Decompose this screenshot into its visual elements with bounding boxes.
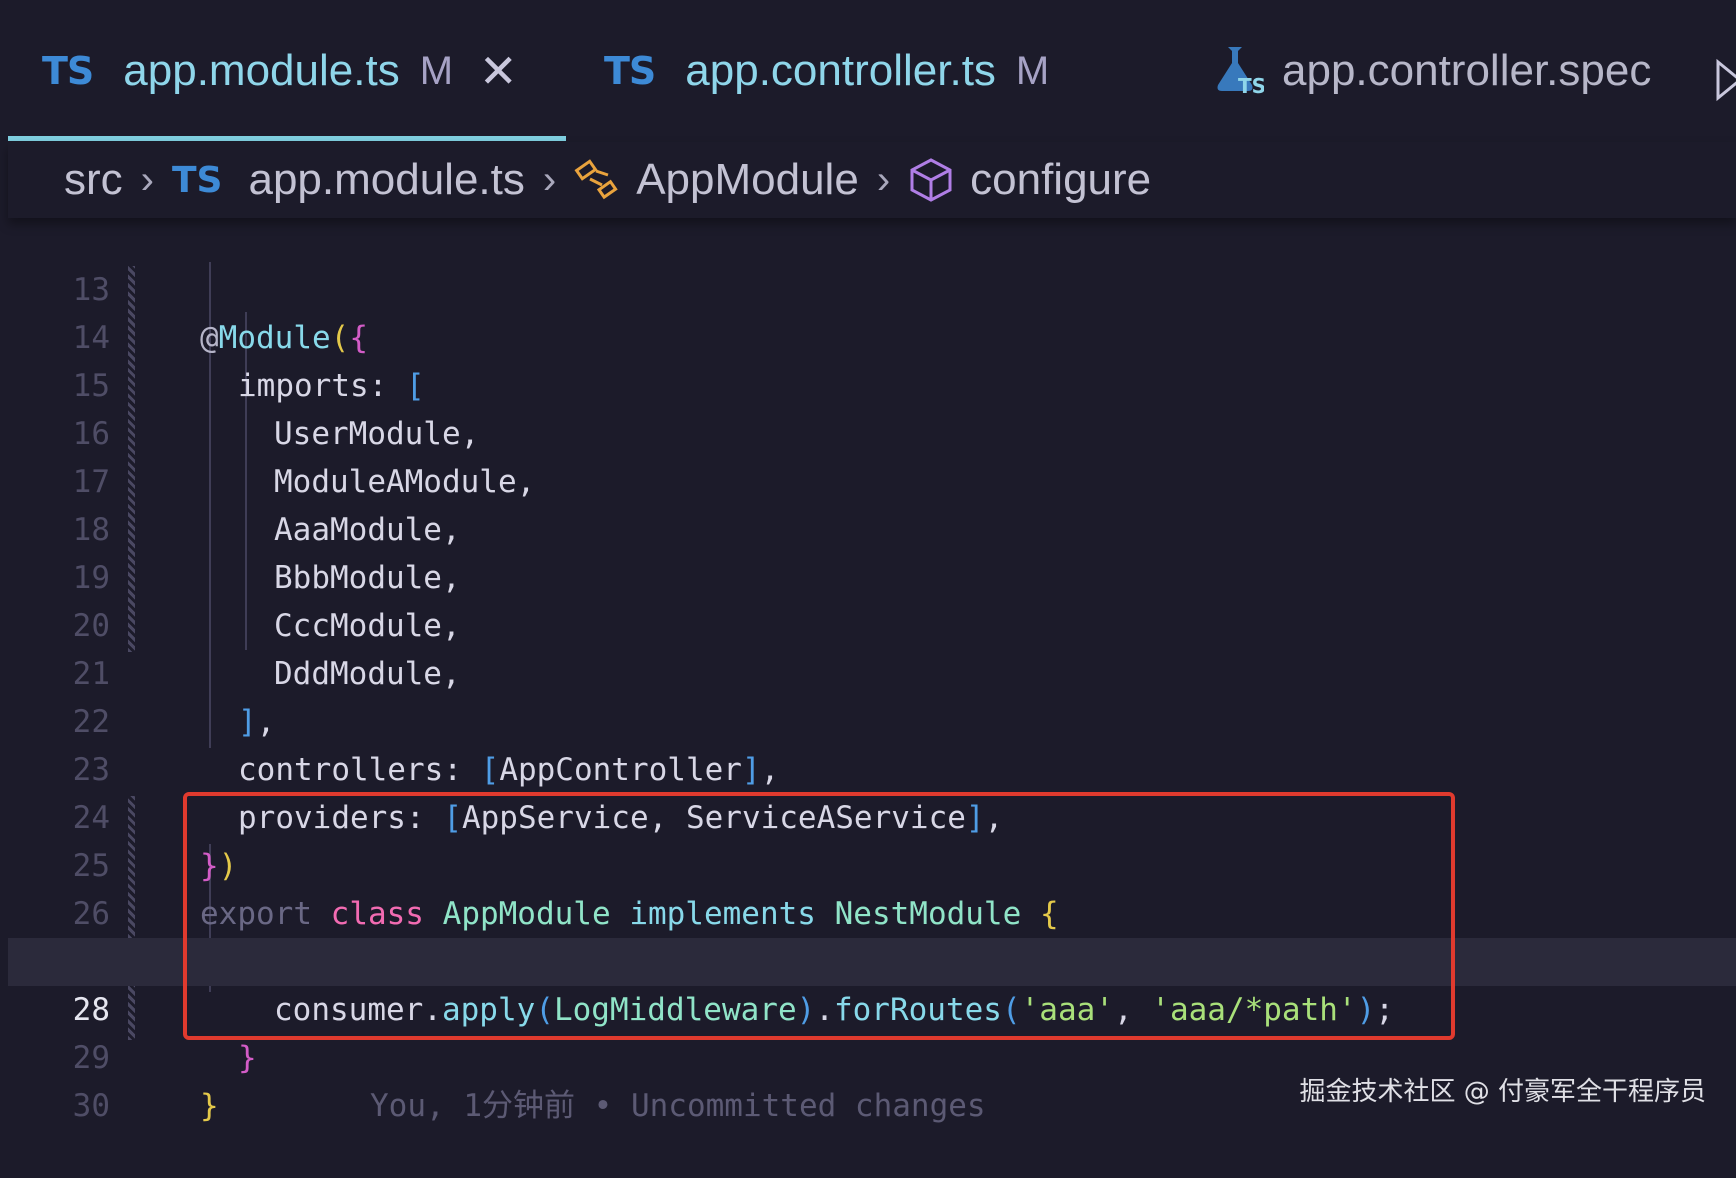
annotation-highlight-box bbox=[183, 792, 1455, 1040]
flask-ts-icon: TS bbox=[1208, 41, 1266, 102]
typescript-icon: TS bbox=[604, 49, 656, 93]
git-blame-annotation: You, 1分钟前 • Uncommitted changes bbox=[370, 1088, 986, 1124]
code-line[interactable]: 20 DddModule, bbox=[8, 554, 1736, 692]
active-tab-indicator bbox=[8, 136, 566, 141]
method-cube-icon bbox=[910, 158, 952, 202]
tab-app-controller[interactable]: TS app.controller.ts M bbox=[604, 0, 1049, 142]
line-text: } bbox=[200, 1088, 219, 1124]
line-number: 30 bbox=[72, 1088, 110, 1124]
code-line[interactable]: 22 controllers: [AppController], bbox=[8, 650, 1736, 788]
close-icon[interactable]: ✕ bbox=[479, 44, 518, 98]
svg-text:TS: TS bbox=[1238, 74, 1264, 97]
code-line[interactable]: 19 CccModule, bbox=[8, 506, 1736, 644]
breadcrumb: src › TS app.module.ts › AppModule › con… bbox=[8, 142, 1736, 218]
modified-badge: M bbox=[419, 48, 454, 93]
code-line[interactable]: 14 imports: [ bbox=[8, 266, 1736, 404]
code-line[interactable]: 13 @Module({ bbox=[8, 218, 1736, 356]
tab-app-module[interactable]: TS app.module.ts M ✕ bbox=[42, 0, 518, 142]
code-line[interactable]: 15 UserModule, bbox=[8, 314, 1736, 452]
breadcrumb-file[interactable]: app.module.ts bbox=[248, 155, 524, 205]
code-line[interactable]: 18 BbbModule, bbox=[8, 458, 1736, 596]
tab-bar: TS app.module.ts M ✕ TS app.controller.t… bbox=[8, 0, 1736, 142]
modified-badge: M bbox=[1015, 48, 1050, 93]
chevron-right-icon: › bbox=[542, 157, 557, 202]
code-line[interactable]: 24 }) bbox=[8, 746, 1736, 884]
chevron-right-icon: › bbox=[876, 157, 891, 202]
code-editor[interactable]: TS app.module.ts M ✕ TS app.controller.t… bbox=[8, 0, 1736, 1136]
code-line[interactable]: 21 ], bbox=[8, 602, 1736, 740]
code-line[interactable]: 23 providers: [AppService, ServiceAServi… bbox=[8, 698, 1736, 836]
breadcrumb-folder[interactable]: src bbox=[64, 155, 123, 205]
typescript-icon: TS bbox=[42, 49, 94, 93]
tab-label: app.module.ts bbox=[123, 46, 400, 95]
tab-label: app.controller.spec bbox=[1282, 46, 1652, 95]
tab-overflow-icon[interactable] bbox=[1714, 58, 1736, 107]
typescript-icon: TS bbox=[171, 159, 223, 201]
breadcrumb-method[interactable]: configure bbox=[970, 155, 1151, 205]
breadcrumb-class[interactable]: AppModule bbox=[636, 155, 859, 205]
chevron-right-icon: › bbox=[140, 157, 154, 202]
tab-app-controller-spec[interactable]: TS app.controller.spec bbox=[1208, 0, 1651, 142]
tab-label: app.controller.ts bbox=[685, 46, 996, 95]
watermark: 掘金技术社区 @ 付豪军全干程序员 bbox=[1299, 1077, 1706, 1107]
class-icon bbox=[574, 159, 618, 200]
code-line[interactable]: 16 ModuleAModule, bbox=[8, 362, 1736, 500]
code-line[interactable]: 17 AaaModule, bbox=[8, 410, 1736, 548]
